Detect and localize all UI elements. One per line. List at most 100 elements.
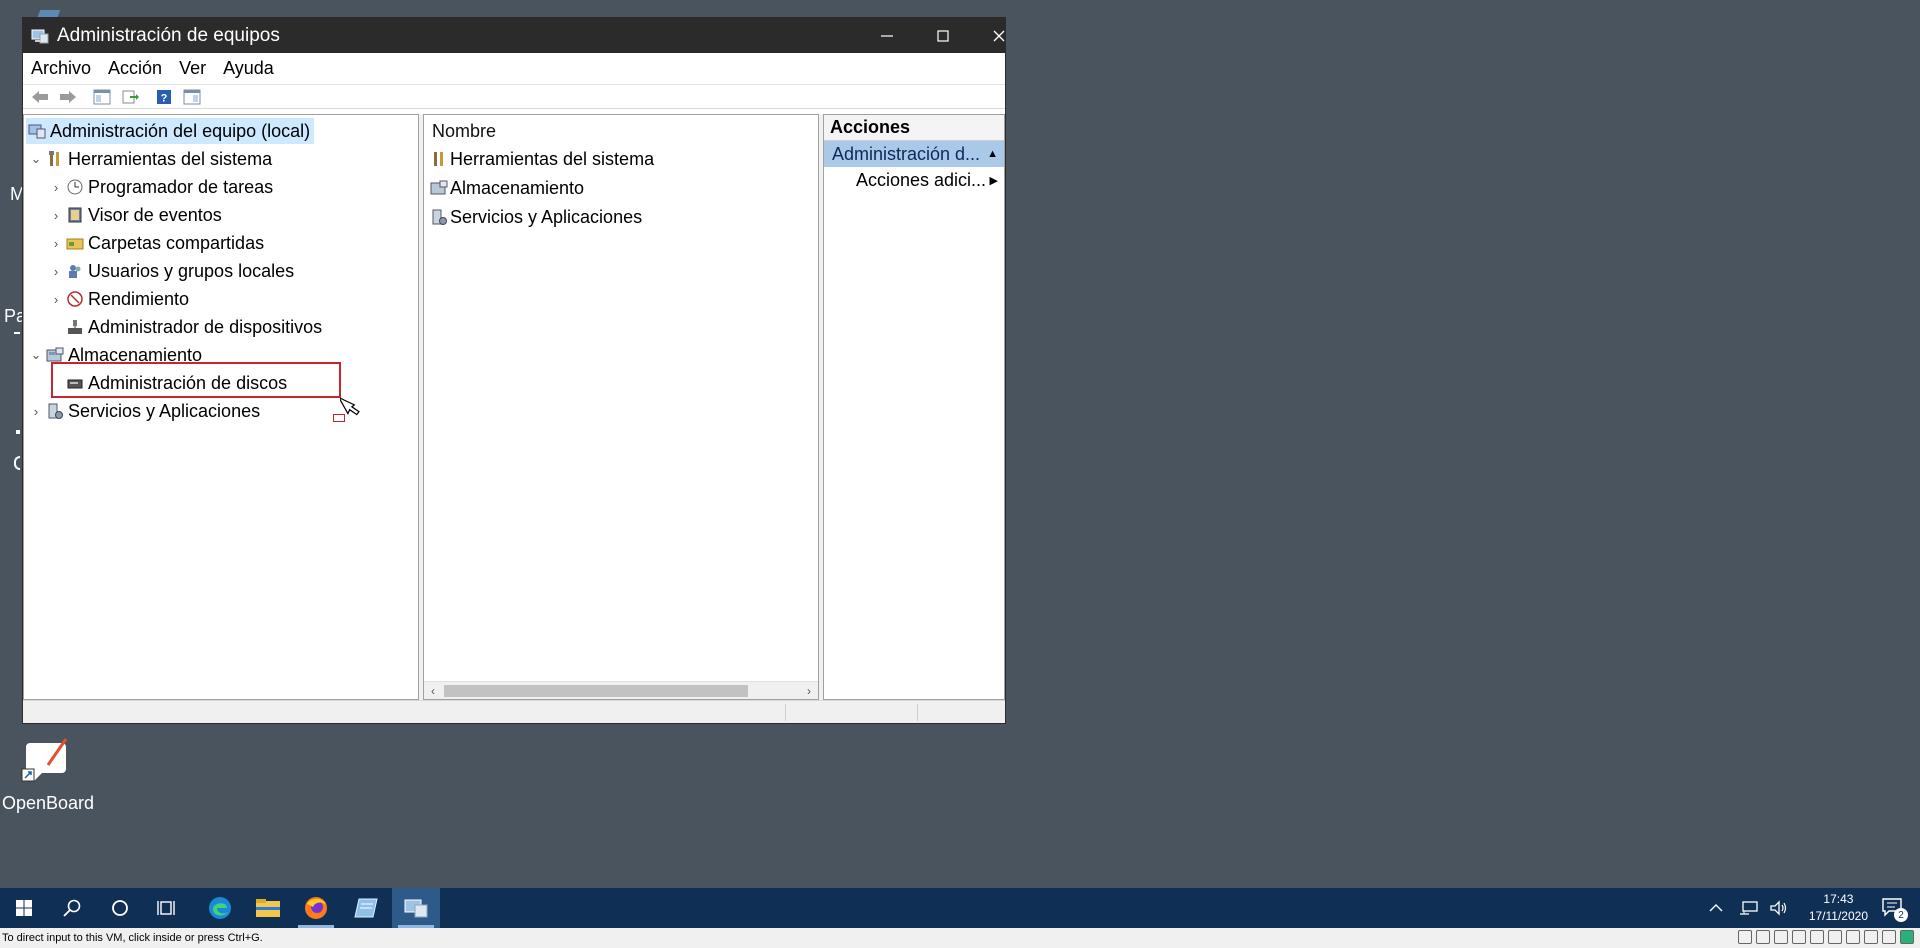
actions-pane: Acciones Administración d... ▲ Acciones … xyxy=(823,114,1005,700)
tree-item-event-viewer[interactable]: › Visor de eventos xyxy=(48,202,222,228)
close-button[interactable] xyxy=(971,18,1027,53)
list-item-label: Herramientas del sistema xyxy=(450,148,655,169)
status-separator xyxy=(917,704,918,721)
keyboard-icon[interactable] xyxy=(1882,930,1896,944)
action-more-actions-label: Acciones adici... xyxy=(856,169,987,190)
minimize-icon xyxy=(881,34,893,37)
taskbar-computer-management[interactable] xyxy=(392,888,440,928)
task-view-button[interactable] xyxy=(144,888,192,928)
tree-item-task-scheduler[interactable]: › Programador de tareas xyxy=(48,174,273,200)
audio-icon[interactable] xyxy=(1774,930,1788,944)
chevron-right-icon[interactable]: › xyxy=(48,180,64,195)
status-bar xyxy=(23,700,1005,723)
network-adapter-icon[interactable] xyxy=(1792,930,1806,944)
title-bar[interactable]: Administración de equipos xyxy=(23,18,1005,53)
taskbar: 17:43 17/11/2020 2 xyxy=(0,888,1920,928)
horizontal-scrollbar[interactable]: ‹ › xyxy=(424,681,818,699)
menu-accion[interactable]: Acción xyxy=(108,58,162,79)
usb-icon[interactable] xyxy=(1810,930,1824,944)
desktop-label-fragment-o xyxy=(14,456,20,470)
list-item-label: Almacenamiento xyxy=(450,177,585,198)
tree-item-device-manager[interactable]: Administrador de dispositivos xyxy=(64,314,322,340)
task-view-icon xyxy=(157,901,175,915)
minimize-button[interactable] xyxy=(859,18,915,53)
services-icon xyxy=(430,208,448,226)
video-capture-icon[interactable] xyxy=(1864,930,1878,944)
shared-folder-icon xyxy=(66,234,84,252)
forward-button[interactable] xyxy=(57,87,79,107)
actions-group[interactable]: Administración d... ▲ xyxy=(824,141,1004,167)
collapse-up-icon[interactable]: ▲ xyxy=(987,148,998,160)
tree-label-performance: Rendimiento xyxy=(88,288,190,309)
tree-item-shared-folders[interactable]: › Carpetas compartidas xyxy=(48,230,264,256)
show-hide-tree-button[interactable] xyxy=(91,87,113,107)
list-item[interactable]: Almacenamiento xyxy=(430,175,584,201)
help-button[interactable]: ? xyxy=(153,87,175,107)
list-item[interactable]: Herramientas del sistema xyxy=(430,146,654,172)
cd-icon[interactable] xyxy=(1756,930,1770,944)
taskbar-clock[interactable]: 17:43 17/11/2020 xyxy=(1809,891,1868,925)
taskbar-edge[interactable] xyxy=(196,888,244,928)
window-title: Administración de equipos xyxy=(57,24,280,46)
tree-item-services-apps[interactable]: › Servicios y Aplicaciones xyxy=(28,398,260,424)
forward-arrow-icon xyxy=(60,90,76,103)
taskbar-file-explorer[interactable] xyxy=(244,888,292,928)
export-list-button[interactable] xyxy=(119,87,141,107)
computer-management-window[interactable]: Administración de equipos Archivo Acción… xyxy=(22,17,1006,724)
tree-item-system-tools[interactable]: ⌄ Herramientas del sistema xyxy=(28,146,273,172)
tree-item-root[interactable]: Administración del equipo (local) xyxy=(26,118,315,144)
tools-icon xyxy=(430,150,448,168)
volume-button[interactable] xyxy=(1766,888,1792,928)
desktop-label-fragment-r xyxy=(14,332,20,334)
show-hide-action-pane-button[interactable] xyxy=(181,87,203,107)
mouse-integration-icon[interactable] xyxy=(1900,930,1914,944)
openboard-label: OpenBoard xyxy=(1,793,95,813)
chevron-right-icon[interactable]: › xyxy=(48,264,64,279)
desktop-label-fragment-c xyxy=(16,430,20,434)
menu-ver[interactable]: Ver xyxy=(179,58,206,79)
submenu-arrow-icon: ▶ xyxy=(989,174,998,187)
chevron-right-icon[interactable]: › xyxy=(48,292,64,307)
menu-ayuda[interactable]: Ayuda xyxy=(223,58,274,79)
results-list: Nombre Herramientas del sistema Almacena… xyxy=(423,114,819,700)
help-icon: ? xyxy=(157,89,171,104)
chevron-right-icon[interactable]: › xyxy=(28,404,44,419)
hdd-icon[interactable] xyxy=(1738,930,1752,944)
chevron-right-icon[interactable]: › xyxy=(48,236,64,251)
display-icon[interactable] xyxy=(1846,930,1860,944)
action-more-actions[interactable]: Acciones adici... ▶ xyxy=(824,167,1004,193)
menu-archivo[interactable]: Archivo xyxy=(31,58,91,79)
notifications-button[interactable]: 2 xyxy=(1874,888,1914,928)
openboard-icon xyxy=(18,735,78,787)
tree-item-performance[interactable]: › Rendimiento xyxy=(48,286,189,312)
scrollbar-thumb[interactable] xyxy=(444,685,748,697)
list-item[interactable]: Servicios y Aplicaciones xyxy=(430,204,642,230)
firefox-icon xyxy=(305,897,327,919)
search-button[interactable] xyxy=(48,888,96,928)
tree-item-local-users[interactable]: › Usuarios y grupos locales xyxy=(48,258,294,284)
start-button[interactable] xyxy=(0,888,48,928)
taskbar-firefox[interactable] xyxy=(292,888,340,928)
chevron-right-icon[interactable]: › xyxy=(48,208,64,223)
cortana-button[interactable] xyxy=(96,888,144,928)
console-tree-icon xyxy=(93,89,111,104)
openboard-desktop-icon[interactable]: OpenBoard xyxy=(0,735,96,814)
scroll-left-icon[interactable]: ‹ xyxy=(424,682,442,700)
tree-label-shared-folders: Carpetas compartidas xyxy=(88,232,265,253)
network-button[interactable] xyxy=(1736,888,1762,928)
panes: Administración del equipo (local) ⌄ Herr… xyxy=(23,114,1005,700)
scroll-right-icon[interactable]: › xyxy=(800,682,818,700)
tree-label-local-users: Usuarios y grupos locales xyxy=(88,260,295,281)
chevron-down-icon[interactable]: ⌄ xyxy=(28,151,44,167)
chevron-down-icon[interactable]: ⌄ xyxy=(28,347,44,363)
show-hidden-icons-button[interactable] xyxy=(1704,888,1728,928)
performance-icon xyxy=(66,290,84,308)
back-button[interactable] xyxy=(29,87,51,107)
maximize-button[interactable] xyxy=(915,18,971,53)
maximize-icon xyxy=(937,29,949,42)
column-header-name[interactable]: Nombre xyxy=(432,121,496,142)
taskbar-app[interactable] xyxy=(342,888,390,928)
event-viewer-icon xyxy=(66,206,84,224)
services-icon xyxy=(46,402,64,420)
shared-folder-icon[interactable] xyxy=(1828,930,1842,944)
